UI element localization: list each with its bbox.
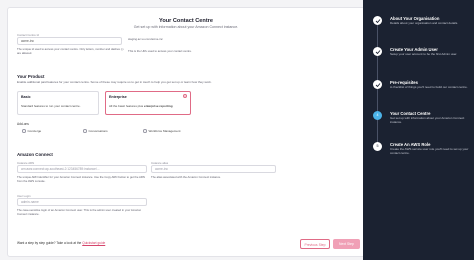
url-helper-text: This is the URL used to access your cont…	[128, 49, 192, 53]
plan-enterprise-description: All the basic features plus enterprise r…	[109, 104, 173, 108]
onboarding-page: Your Contact Centre Get set up with info…	[0, 0, 474, 260]
addon-concierge[interactable]: Concierge	[22, 129, 41, 133]
radio-icon[interactable]	[22, 129, 26, 133]
product-description: Enable additional paid features for your…	[17, 80, 212, 84]
radio-icon[interactable]	[143, 129, 147, 133]
user-login-helper: The case-sensitive login of an Amazon Co…	[17, 208, 142, 216]
step-description: A checklist of things you'll need to bui…	[390, 85, 468, 89]
step-number-badge: 4	[373, 111, 382, 120]
step-description: Create the AWS service user role you'll …	[390, 147, 469, 155]
instance-arn-input[interactable]: arn:aws:connect:ap-southeast-2:123456789…	[17, 165, 147, 173]
page-title: Your Contact Centre	[159, 18, 213, 24]
product-heading: Your Product	[17, 74, 45, 79]
plan-basic[interactable]: Basic Standard features to run your cont…	[17, 91, 99, 115]
instance-arn-helper: The unique ARN identifier for your Amazo…	[17, 175, 145, 183]
page-subtitle: Get set up with information about your A…	[133, 25, 239, 29]
contact-centre-id-input[interactable]: acme-inc	[17, 37, 122, 45]
progress-sidebar: About Your Organisation Details about yo…	[363, 0, 474, 260]
plan-enterprise-name: Enterprise	[109, 95, 127, 99]
plan-basic-name: Basic	[21, 95, 31, 99]
instance-alias-input[interactable]: acme-inc	[151, 165, 276, 173]
instance-alias-helper: The alias associated with the Amazon Con…	[151, 175, 221, 179]
plan-enterprise[interactable]: Enterprise × All the basic features plus…	[105, 91, 191, 115]
step-description: Details about your organisation and cont…	[390, 21, 459, 25]
check-icon	[373, 80, 382, 89]
step-description: Get set up with information about your A…	[390, 116, 465, 124]
addons-label: Add-ons	[17, 122, 29, 126]
contact-centre-form: Your Contact Centre Get set up with info…	[7, 7, 365, 257]
guide-prompt: Want a step by step guide? Take a look a…	[17, 241, 106, 245]
plan-basic-description: Standard features to run your contact ce…	[21, 104, 81, 108]
next-step-button[interactable]: Next Step	[333, 239, 360, 249]
user-login-input[interactable]: admin-name	[17, 198, 147, 206]
amazon-connect-heading: Amazon Connect	[17, 152, 53, 157]
radio-icon[interactable]	[83, 129, 87, 133]
check-icon	[373, 16, 382, 25]
addon-workforce-management[interactable]: Workforce Management	[143, 129, 180, 133]
addon-conversations[interactable]: Conversations	[83, 129, 108, 133]
url-preview: staging.ac-vo.com/acme-inc	[128, 37, 163, 41]
close-icon[interactable]: ×	[183, 94, 187, 98]
quickstart-guide-link[interactable]: Quickstart guide	[82, 241, 105, 245]
previous-step-button[interactable]: Previous Step	[300, 239, 330, 249]
step-description: Setup your user account to be the first …	[390, 52, 458, 56]
step-number-badge: 5	[373, 142, 382, 151]
id-helper-text: The unique id used to access your contac…	[17, 47, 124, 55]
check-icon	[373, 47, 382, 56]
